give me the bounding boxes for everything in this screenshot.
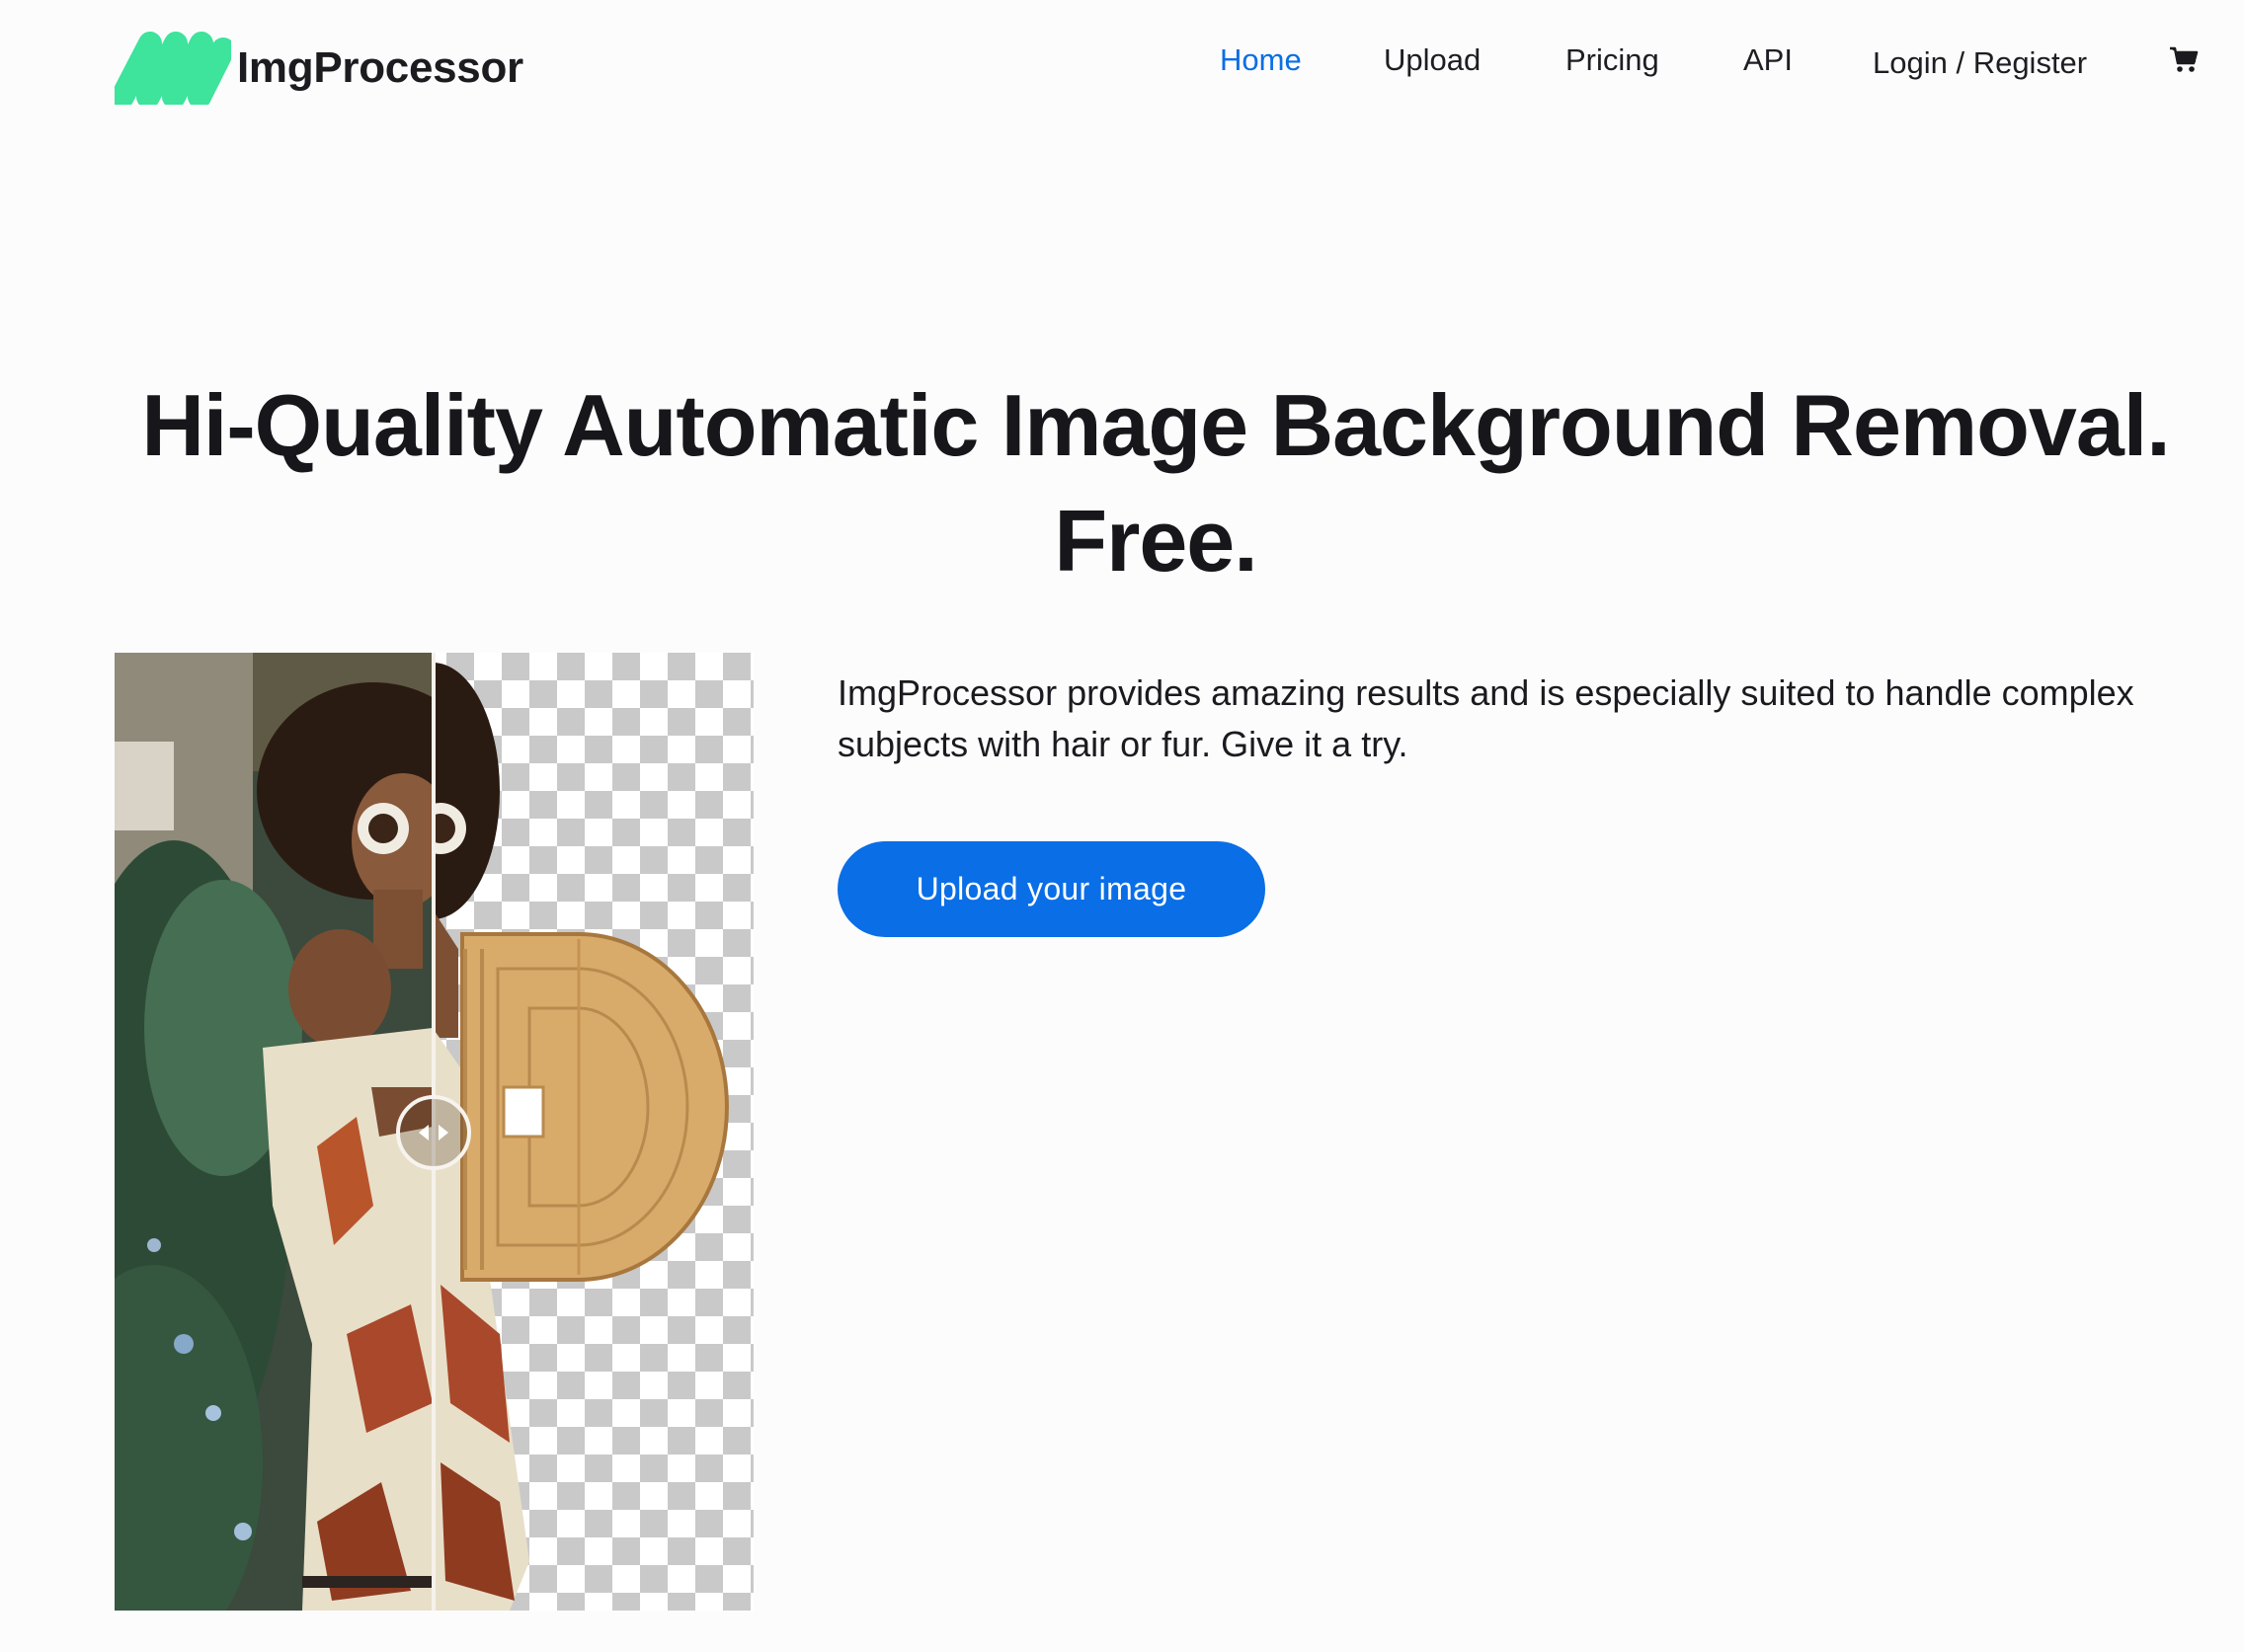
hero-title: Hi-Quality Automatic Image Background Re… (99, 367, 2212, 598)
nav-home-link[interactable]: Home (1220, 36, 1302, 85)
main-nav: Home Upload Pricing API Login / Register (0, 36, 2244, 85)
site-header: ImgProcessor Home Upload Pricing API Log… (0, 0, 2244, 138)
upload-image-button[interactable]: Upload your image (838, 841, 1265, 937)
nav-upload-link[interactable]: Upload (1384, 36, 1481, 85)
page: ImgProcessor Home Upload Pricing API Log… (0, 0, 2244, 1652)
nav-api-link[interactable]: API (1743, 36, 1793, 85)
nav-pricing-link[interactable]: Pricing (1565, 36, 1659, 85)
before-after-compare[interactable] (115, 653, 754, 1611)
shopping-cart-icon (2170, 46, 2199, 72)
hero-description: ImgProcessor provides amazing results an… (838, 672, 2134, 764)
cart-button[interactable] (2169, 46, 2199, 74)
hero-title-line-2: Free. (1054, 492, 1257, 590)
compare-slider-handle[interactable] (396, 1095, 471, 1170)
nav-login-register-link[interactable]: Login / Register (1873, 39, 2087, 88)
hero-title-line-1: Hi-Quality Automatic Image Background Re… (141, 376, 2170, 474)
drag-arrows-icon (419, 1125, 448, 1141)
